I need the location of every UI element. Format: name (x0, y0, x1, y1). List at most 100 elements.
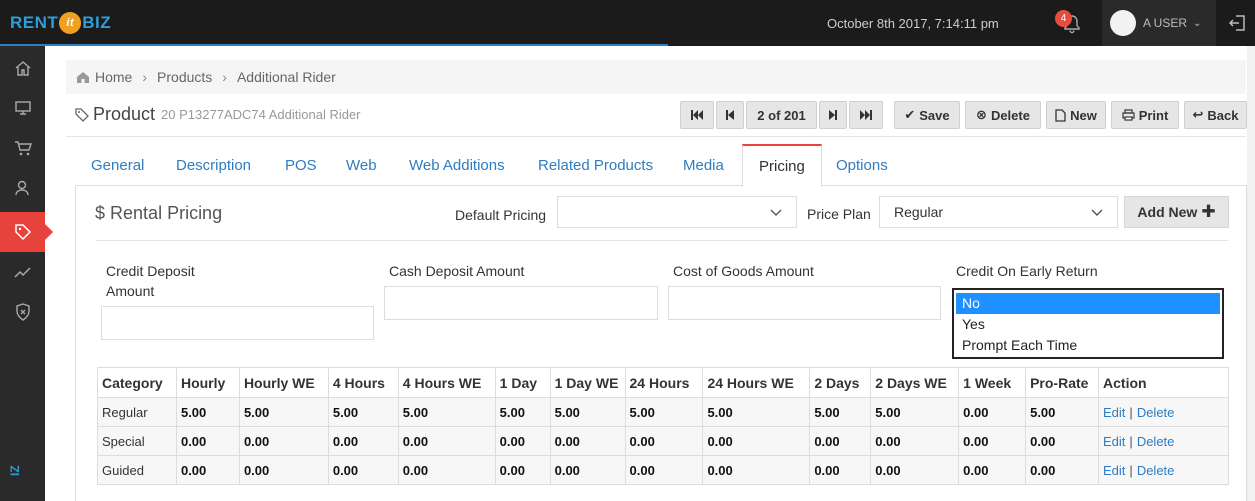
sidebar: IZ (0, 46, 53, 501)
first-icon (691, 110, 703, 120)
print-button[interactable]: Print (1111, 101, 1179, 129)
column-header: 1 Day (494, 367, 551, 398)
column-header: 2 Days WE (870, 367, 960, 398)
tab-related-products[interactable]: Related Products (522, 144, 669, 187)
price-cell: 0.00 (702, 426, 811, 456)
credit-deposit-label: Credit Deposit (106, 263, 195, 279)
price-cell: 0.00 (327, 426, 399, 456)
table-header-row: Category Hourly Hourly WE 4 Hours 4 Hours WE… (97, 367, 1229, 398)
tab-media[interactable]: Media (667, 144, 740, 187)
previous-record-button[interactable] (716, 101, 744, 129)
sidebar-item-reports[interactable] (0, 252, 45, 292)
price-cell: 0.00 (175, 426, 240, 456)
default-pricing-select[interactable] (557, 196, 797, 228)
price-plan-value: Regular (894, 204, 944, 220)
new-button[interactable]: New (1046, 101, 1106, 129)
first-record-button[interactable] (680, 101, 714, 129)
cash-deposit-input[interactable] (384, 286, 658, 320)
tab-web[interactable]: Web (330, 144, 393, 187)
price-cell: 5.00 (494, 397, 551, 427)
chevron-down-icon (770, 209, 782, 216)
check-icon: ✔ (904, 107, 916, 122)
column-header: Action (1098, 367, 1229, 398)
chevron-down-icon (1091, 209, 1103, 216)
credit-deposit-label-line2: Amount (106, 283, 155, 299)
tab-general[interactable]: General (75, 144, 160, 187)
price-cell: 0.00 (549, 426, 626, 456)
tab-pricing[interactable]: Pricing (742, 144, 822, 187)
column-header: 24 Hours (624, 367, 704, 398)
option-no[interactable]: No (956, 293, 1220, 314)
option-prompt-each-time[interactable]: Prompt Each Time (956, 335, 1220, 356)
last-record-button[interactable] (849, 101, 883, 129)
tab-web-additions[interactable]: Web Additions (393, 144, 521, 187)
sidebar-item-home[interactable] (0, 48, 45, 88)
category-cell: Special (97, 426, 177, 456)
price-cell: 0.00 (397, 455, 496, 485)
separator: | (1129, 462, 1133, 478)
column-header: Hourly (175, 367, 240, 398)
price-cell: 5.00 (702, 397, 811, 427)
column-header: Pro-Rate (1025, 367, 1100, 398)
logo-rent: RENT (10, 13, 59, 32)
plus-icon: ✚ (1201, 202, 1216, 221)
tab-description[interactable]: Description (160, 144, 267, 187)
column-header: 2 Days (809, 367, 872, 398)
product-label: Product (93, 104, 156, 124)
notification-badge[interactable]: 4 (1055, 10, 1072, 27)
credit-early-return-label: Credit On Early Return (956, 263, 1098, 279)
chevron-down-icon: ⌄ (1193, 17, 1202, 29)
separator: | (1129, 433, 1133, 449)
price-plan-select[interactable]: Regular (879, 196, 1118, 228)
tab-pos[interactable]: POS (269, 144, 333, 187)
delete-link[interactable]: Delete (1137, 405, 1175, 420)
action-cell: Edit | Delete (1098, 455, 1229, 485)
user-menu[interactable]: A USER ⌄ (1102, 0, 1216, 46)
tab-bar: General Description POS Web Web Addition… (75, 144, 1247, 187)
credit-deposit-input[interactable] (101, 306, 374, 340)
price-cell: 5.00 (809, 397, 872, 427)
price-plan-label: Price Plan (807, 206, 871, 222)
cash-deposit-label: Cash Deposit Amount (389, 263, 525, 279)
chevron-right-icon: › (222, 69, 227, 85)
cogs-input[interactable] (668, 286, 941, 320)
delete-button[interactable]: ⊗ Delete (965, 101, 1041, 129)
back-button[interactable]: ↩ Back (1184, 101, 1247, 129)
cogs-label: Cost of Goods Amount (673, 263, 814, 279)
sidebar-item-cart[interactable] (0, 128, 45, 168)
scrollbar[interactable] (1247, 46, 1255, 501)
price-cell: 0.00 (702, 455, 811, 485)
edit-link[interactable]: Edit (1103, 405, 1125, 420)
pricing-table: Category Hourly Hourly WE 4 Hours 4 Hours WE… (97, 367, 1229, 485)
credit-early-return-listbox[interactable]: No Yes Prompt Each Time (952, 288, 1224, 359)
sidebar-item-monitor[interactable] (0, 88, 45, 128)
sidebar-item-security[interactable] (0, 292, 45, 332)
price-cell: 0.00 (1025, 426, 1100, 456)
column-header: Hourly WE (238, 367, 329, 398)
tab-options[interactable]: Options (820, 144, 904, 187)
next-icon (829, 110, 837, 120)
option-yes[interactable]: Yes (956, 314, 1220, 335)
price-cell: 0.00 (238, 455, 329, 485)
sidebar-item-users[interactable] (0, 168, 45, 208)
save-button[interactable]: ✔ Save (894, 101, 960, 129)
logout-icon[interactable] (1228, 13, 1248, 33)
app-logo[interactable]: RENT it BIZ (10, 9, 111, 37)
sidebar-item-products[interactable] (0, 212, 53, 252)
divider (96, 240, 1228, 241)
file-icon (1055, 108, 1066, 122)
next-record-button[interactable] (819, 101, 847, 129)
section-title-text: Rental Pricing (110, 203, 223, 223)
price-cell: 0.00 (494, 426, 551, 456)
breadcrumb-home[interactable]: Home (95, 69, 132, 85)
last-icon (860, 110, 872, 120)
breadcrumb-products[interactable]: Products (157, 69, 212, 85)
default-pricing-label: Default Pricing (455, 207, 547, 223)
add-new-button[interactable]: Add New ✚ (1124, 196, 1229, 228)
price-cell: 5.00 (870, 397, 960, 427)
delete-link[interactable]: Delete (1137, 463, 1175, 478)
edit-link[interactable]: Edit (1103, 434, 1125, 449)
delete-link[interactable]: Delete (1137, 434, 1175, 449)
separator: | (1129, 404, 1133, 420)
edit-link[interactable]: Edit (1103, 463, 1125, 478)
